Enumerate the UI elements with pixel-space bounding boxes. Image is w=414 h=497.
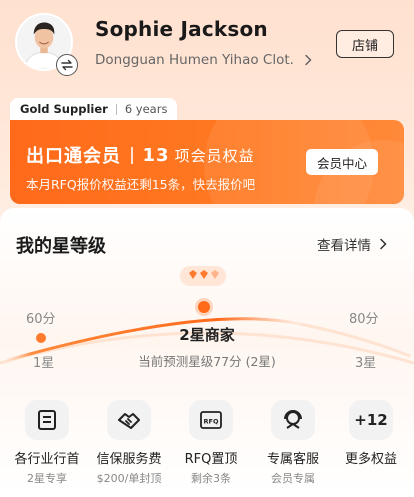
- handshake-icon: [107, 400, 151, 440]
- benefit-sub: 剩余3条: [191, 472, 231, 485]
- company-link[interactable]: Dongguan Humen Yihao Clot.: [95, 52, 312, 68]
- benefit-item[interactable]: 专属客服 会员专属: [253, 400, 333, 486]
- company-name: Dongguan Humen Yihao Clot.: [95, 52, 294, 68]
- membership-rights-count: 13: [142, 144, 170, 166]
- profile-header: Sophie Jackson Dongguan Humen Yihao Clot…: [0, 0, 414, 96]
- supplier-years: 6 years: [124, 102, 168, 116]
- more-icon: +12: [349, 400, 393, 440]
- benefit-item[interactable]: RFQ RFQ置顶 剩余3条: [171, 400, 251, 486]
- benefit-label: 各行业行首: [14, 452, 80, 467]
- benefit-item[interactable]: 各行业行首 2星专享: [7, 400, 87, 486]
- star-level-title: 我的星等级: [16, 236, 106, 257]
- star-level-panel: 我的星等级 查看详情 60分 1星 80分 3星 2星商家 当前预测星级77分 …: [0, 208, 414, 497]
- benefit-item[interactable]: 信保服务费 $200/单封顶: [89, 400, 169, 486]
- profile-name: Sophie Jackson: [95, 17, 268, 41]
- benefits-row: 各行业行首 2星专享 信保服务费 $200/单封顶 RFQ RFQ置顶 剩余3条…: [0, 400, 414, 490]
- membership-card[interactable]: 出口通会员 13 项会员权益 本月RFQ报价权益还剩15条，快去报价吧 会员中心: [10, 120, 404, 204]
- switch-account-icon[interactable]: [56, 54, 78, 76]
- membership-title: 出口通会员: [26, 146, 121, 167]
- benefit-label: 更多权益: [344, 452, 397, 467]
- current-star-desc: 当前预测星级77分 (2星): [138, 354, 276, 369]
- svg-text:RFQ: RFQ: [204, 418, 219, 426]
- shop-button[interactable]: 店铺: [336, 30, 394, 58]
- diamond-icon: [180, 266, 226, 286]
- divider: [131, 146, 133, 164]
- benefit-sub: 2星专享: [27, 472, 67, 485]
- document-icon: [25, 400, 69, 440]
- rfq-icon: RFQ: [189, 400, 233, 440]
- member-center-button[interactable]: 会员中心: [306, 149, 378, 175]
- benefit-label: 专属客服: [266, 452, 319, 467]
- current-star-name: 2星商家: [179, 326, 235, 344]
- benefit-sub: $200/单封顶: [96, 472, 162, 485]
- benefit-label: RFQ置顶: [184, 452, 238, 467]
- membership-rights-label: 项会员权益: [174, 146, 255, 165]
- chevron-right-icon: [380, 238, 387, 250]
- benefit-item[interactable]: +12 更多权益: [331, 400, 411, 467]
- benefit-sub: 会员专属: [271, 472, 315, 485]
- headset-icon: [271, 400, 315, 440]
- chevron-right-icon: [305, 54, 312, 66]
- supplier-tag: Gold Supplier 6 years: [10, 98, 178, 120]
- membership-subtitle: 本月RFQ报价权益还剩15条，快去报价吧: [26, 177, 256, 192]
- view-details-link[interactable]: 查看详情: [317, 234, 387, 254]
- benefit-label: 信保服务费: [96, 452, 162, 467]
- view-details-label: 查看详情: [317, 238, 371, 254]
- more-count: +12: [354, 411, 388, 429]
- divider: [115, 103, 117, 115]
- membership-title-row: 出口通会员 13 项会员权益: [26, 142, 255, 168]
- gold-supplier-label: Gold Supplier: [20, 102, 108, 116]
